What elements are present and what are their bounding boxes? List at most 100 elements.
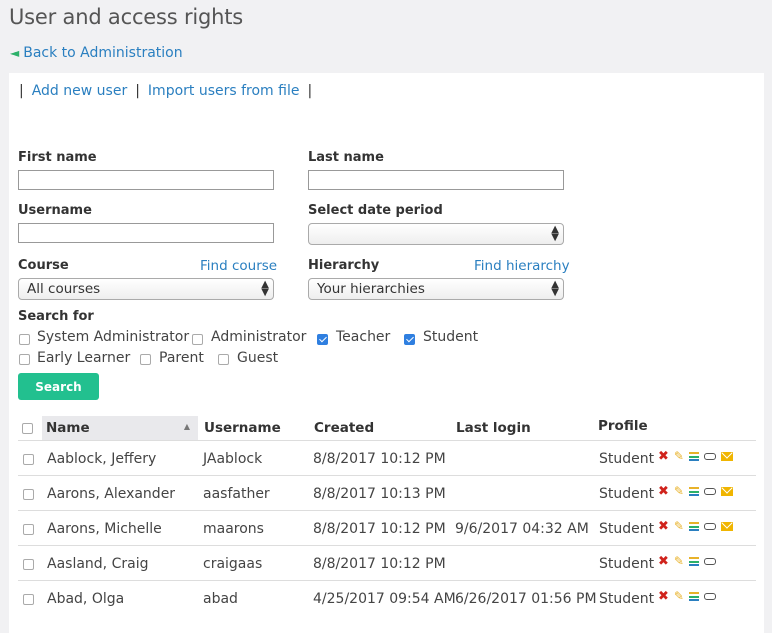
row-actions: ✖ ✎ (658, 520, 733, 533)
table-row: Aasland, Craig craigaas 8/8/2017 10:12 PM S… (18, 545, 756, 580)
link-icon[interactable] (703, 593, 716, 600)
details-list-icon[interactable] (688, 451, 699, 463)
select-arrows-icon: ▲ ▼ (551, 279, 559, 298)
date-period-select[interactable]: ▲ ▼ (308, 223, 564, 245)
mail-icon[interactable] (720, 452, 733, 461)
user-name[interactable]: Aasland, Craig (47, 556, 148, 572)
row-checkbox[interactable] (23, 489, 34, 500)
user-last-login: 9/6/2017 04:32 AM (455, 521, 589, 537)
link-icon[interactable] (703, 558, 716, 565)
table-row: Aarons, Michelle maarons 8/8/2017 10:12 PM… (18, 510, 756, 545)
last-name-input[interactable] (308, 170, 564, 190)
edit-pencil-icon[interactable]: ✎ (674, 590, 684, 603)
hierarchy-label: Hierarchy (308, 258, 380, 273)
row-actions: ✖ ✎ (658, 485, 733, 498)
mail-icon[interactable] (720, 522, 733, 531)
row-checkbox[interactable] (23, 559, 34, 570)
user-profile: Student (599, 556, 655, 572)
table-row: Aarons, Alexander aasfather 8/8/2017 10:13… (18, 475, 756, 510)
user-profile: Student (599, 591, 655, 607)
column-header-profile[interactable]: Profile (598, 414, 648, 438)
delete-icon[interactable]: ✖ (658, 555, 669, 568)
select-all-checkbox[interactable] (22, 423, 33, 434)
link-icon[interactable] (703, 488, 716, 495)
role-label-parent: Parent (159, 350, 204, 366)
details-list-icon[interactable] (688, 521, 699, 533)
column-header-created[interactable]: Created (314, 416, 374, 440)
role-checkbox-student[interactable] (404, 334, 415, 345)
first-name-input[interactable] (18, 170, 274, 190)
user-name[interactable]: Abad, Olga (47, 591, 124, 607)
link-icon[interactable] (703, 453, 716, 460)
date-period-label: Select date period (308, 203, 443, 218)
delete-icon[interactable]: ✖ (658, 450, 669, 463)
user-name[interactable]: Aablock, Jeffery (47, 451, 156, 467)
last-name-label: Last name (308, 150, 384, 165)
search-button[interactable]: Search (18, 373, 99, 400)
edit-pencil-icon[interactable]: ✎ (674, 485, 684, 498)
back-link-label: Back to Administration (23, 45, 183, 61)
page-title: User and access rights (9, 5, 244, 29)
role-label-system-administrator: System Administrator (37, 329, 190, 345)
main-panel: | Add new user | Import users from file … (9, 73, 764, 633)
row-checkbox[interactable] (23, 454, 34, 465)
details-list-icon[interactable] (688, 486, 699, 498)
delete-icon[interactable]: ✖ (658, 485, 669, 498)
user-profile: Student (599, 486, 655, 502)
column-header-name[interactable]: Name ▲ (42, 416, 198, 440)
role-label-student: Student (423, 329, 479, 345)
back-arrow-icon: ◄ (10, 46, 20, 60)
delete-icon[interactable]: ✖ (658, 520, 669, 533)
user-created: 8/8/2017 10:13 PM (313, 486, 446, 502)
user-username: abad (203, 591, 238, 607)
link-icon[interactable] (703, 523, 716, 530)
search-for-label: Search for (18, 309, 94, 324)
user-created: 8/8/2017 10:12 PM (313, 451, 446, 467)
row-actions: ✖ ✎ (658, 590, 716, 603)
role-label-early-learner: Early Learner (37, 350, 131, 366)
role-label-guest: Guest (237, 350, 279, 366)
table-row: Abad, Olga abad 4/25/2017 09:54 AM 6/26/201… (18, 580, 756, 615)
add-new-user-link[interactable]: Add new user (32, 83, 127, 99)
edit-pencil-icon[interactable]: ✎ (674, 450, 684, 463)
user-username: maarons (203, 521, 264, 537)
import-users-link[interactable]: Import users from file (148, 83, 300, 99)
course-select-value: All courses (27, 281, 101, 297)
hierarchy-select-value: Your hierarchies (317, 281, 425, 297)
column-header-last-login[interactable]: Last login (456, 416, 531, 440)
user-username: JAablock (203, 451, 263, 467)
row-actions: ✖ ✎ (658, 450, 733, 463)
course-label: Course (18, 258, 69, 273)
toolbar-separator: | (19, 83, 24, 99)
user-name[interactable]: Aarons, Alexander (47, 486, 175, 502)
table-row: Aablock, Jeffery JAablock 8/8/2017 10:12 P… (18, 440, 756, 475)
role-checkbox-early-learner[interactable] (19, 354, 30, 365)
find-course-link[interactable]: Find course (200, 258, 277, 274)
row-checkbox[interactable] (23, 524, 34, 535)
row-actions: ✖ ✎ (658, 555, 716, 568)
edit-pencil-icon[interactable]: ✎ (674, 520, 684, 533)
row-checkbox[interactable] (23, 594, 34, 605)
role-checkbox-guest[interactable] (218, 354, 229, 365)
user-profile: Student (599, 521, 655, 537)
user-name[interactable]: Aarons, Michelle (47, 521, 162, 537)
details-list-icon[interactable] (688, 556, 699, 568)
course-select[interactable]: All courses ▲ ▼ (18, 278, 274, 300)
toolbar: | Add new user | Import users from file … (19, 83, 312, 99)
find-hierarchy-link[interactable]: Find hierarchy (474, 258, 570, 274)
edit-pencil-icon[interactable]: ✎ (674, 555, 684, 568)
role-checkbox-system-administrator[interactable] (19, 334, 30, 345)
role-checkbox-parent[interactable] (140, 354, 151, 365)
delete-icon[interactable]: ✖ (658, 590, 669, 603)
column-header-username[interactable]: Username (204, 416, 281, 440)
details-list-icon[interactable] (688, 591, 699, 603)
select-arrows-icon: ▲ ▼ (551, 224, 559, 243)
role-checkbox-administrator[interactable] (192, 334, 203, 345)
user-created: 4/25/2017 09:54 AM (313, 591, 456, 607)
role-checkbox-teacher[interactable] (317, 334, 328, 345)
mail-icon[interactable] (720, 487, 733, 496)
back-to-administration-link[interactable]: ◄ Back to Administration (10, 45, 183, 61)
username-input[interactable] (18, 223, 274, 243)
hierarchy-select[interactable]: Your hierarchies ▲ ▼ (308, 278, 564, 300)
role-label-administrator: Administrator (211, 329, 307, 345)
